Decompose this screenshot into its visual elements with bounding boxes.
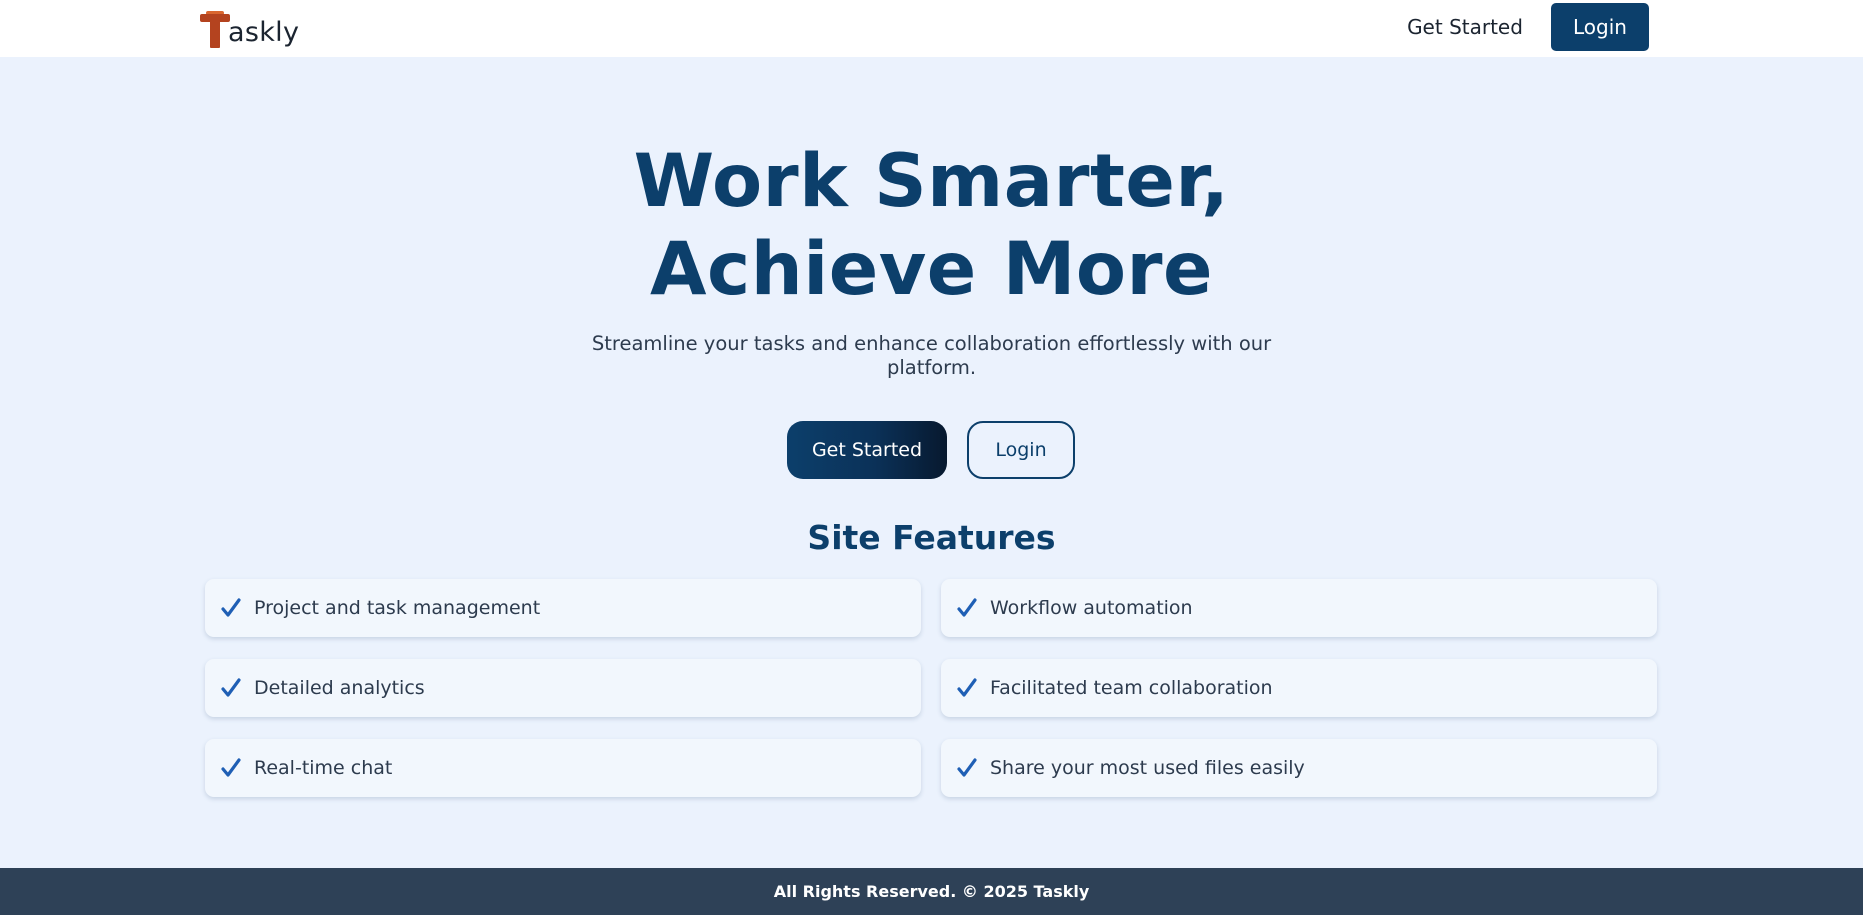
feature-label: Workflow automation: [990, 597, 1193, 619]
logo-mark-icon: [200, 10, 230, 50]
feature-label: Project and task management: [254, 597, 541, 619]
login-button[interactable]: Login: [967, 421, 1075, 479]
check-icon: [220, 677, 242, 699]
feature-card: Share your most used files easily: [941, 739, 1657, 797]
feature-card: Workflow automation: [941, 579, 1657, 637]
get-started-button[interactable]: Get Started: [787, 421, 947, 479]
logo-text: askly: [228, 17, 300, 48]
check-icon: [956, 757, 978, 779]
check-icon: [956, 597, 978, 619]
hero-title-line-1: Work Smarter,: [633, 139, 1230, 224]
feature-label: Real-time chat: [254, 757, 393, 779]
feature-label: Share your most used files easily: [990, 757, 1305, 779]
top-navbar: askly Get Started Login: [0, 0, 1863, 57]
hero-title-line-2: Achieve More: [649, 227, 1214, 312]
feature-card: Project and task management: [205, 579, 921, 637]
feature-card: Real-time chat: [205, 739, 921, 797]
feature-label: Facilitated team collaboration: [990, 677, 1273, 699]
nav-login-button[interactable]: Login: [1551, 3, 1649, 51]
check-icon: [220, 597, 242, 619]
check-icon: [956, 677, 978, 699]
nav-get-started-link[interactable]: Get Started: [1400, 10, 1530, 44]
hero-title: Work Smarter, Achieve More: [0, 138, 1863, 314]
taskly-logo[interactable]: askly: [200, 6, 299, 50]
feature-card: Detailed analytics: [205, 659, 921, 717]
footer: All Rights Reserved. © 2025 Taskly: [0, 868, 1863, 915]
hero-subtitle: Streamline your tasks and enhance collab…: [591, 332, 1272, 379]
footer-copyright: All Rights Reserved. © 2025 Taskly: [773, 882, 1090, 901]
features-title: Site Features: [807, 518, 1056, 557]
feature-card: Facilitated team collaboration: [941, 659, 1657, 717]
check-icon: [220, 757, 242, 779]
feature-label: Detailed analytics: [254, 677, 425, 699]
